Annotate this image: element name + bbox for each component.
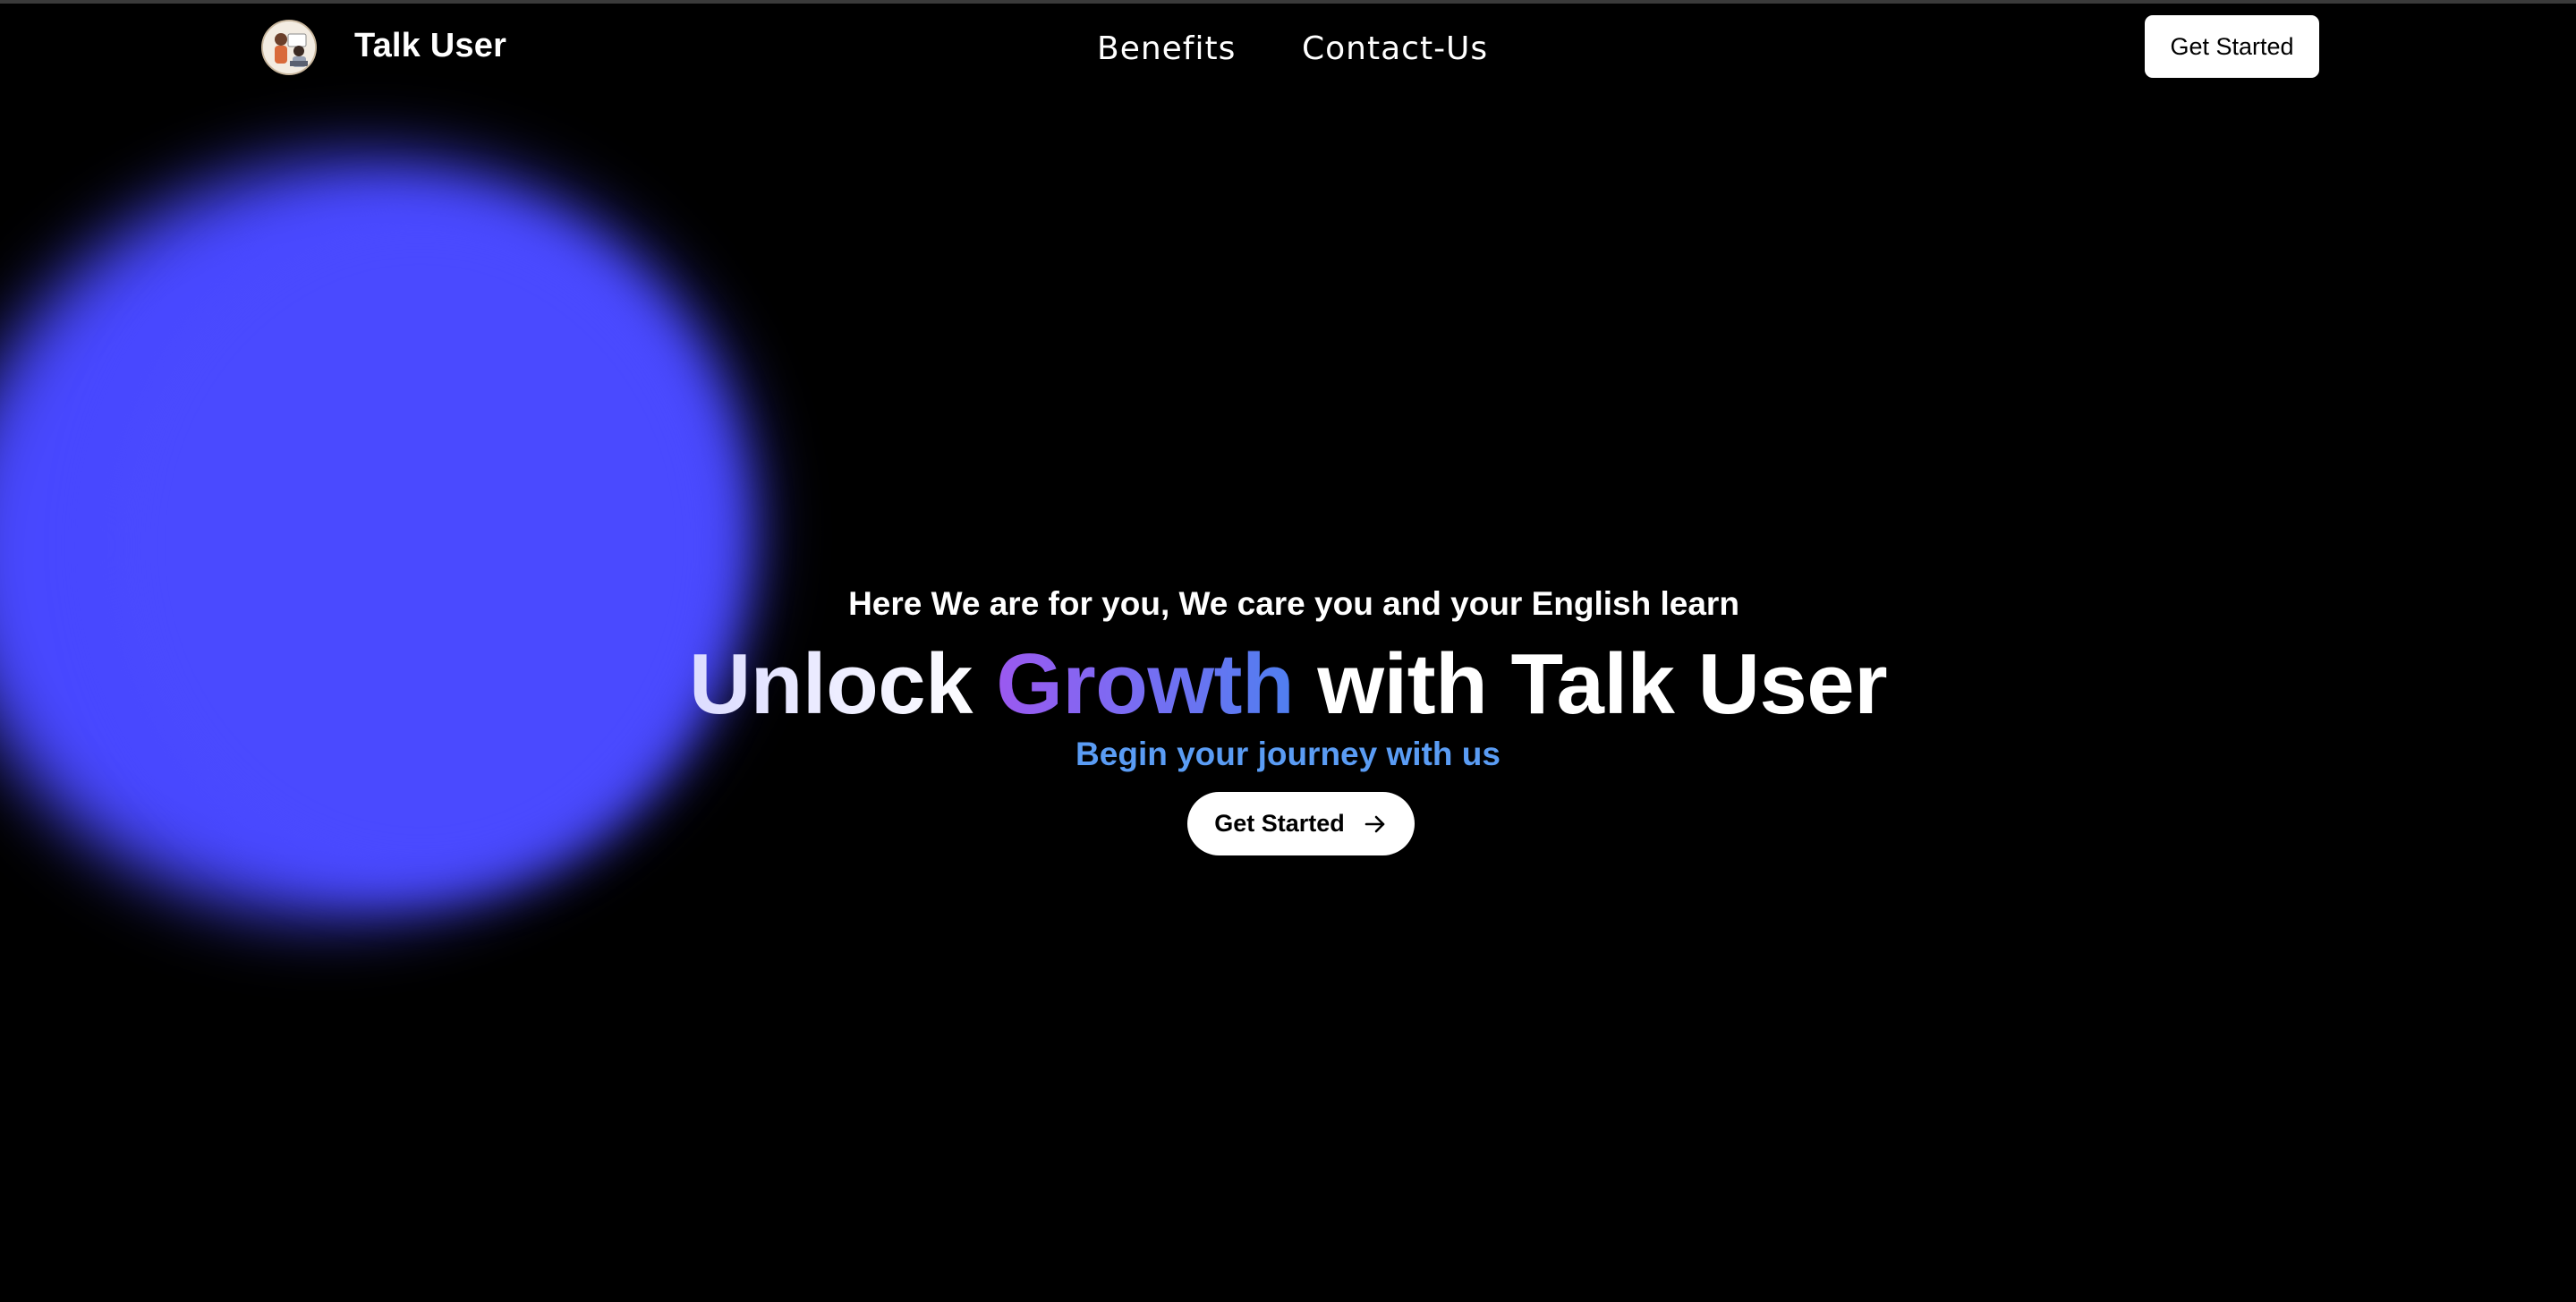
hero-get-started-button[interactable]: Get Started: [1187, 792, 1415, 855]
hero-subtitle: Begin your journey with us: [1075, 736, 1501, 772]
landing-page: Talk User Benefits Contact-Us Get Starte…: [0, 0, 2576, 1302]
brand-name[interactable]: Talk User: [354, 27, 506, 65]
nav-link-benefits[interactable]: Benefits: [1097, 30, 1236, 67]
arrow-right-icon: [1363, 812, 1388, 837]
navbar: Talk User Benefits Contact-Us Get Starte…: [0, 4, 2576, 93]
hero-title: Unlock Growth with Talk User: [0, 635, 2576, 734]
nav-link-contact-us[interactable]: Contact-Us: [1302, 30, 1488, 67]
hero-title-rest: with Talk User: [1294, 636, 1888, 732]
hero-title-unlock: Unlock: [688, 636, 997, 732]
hero-eyebrow: Here We are for you, We care you and you…: [848, 585, 1739, 622]
talk-user-avatar-icon[interactable]: [261, 20, 317, 75]
hero-get-started-label: Get Started: [1214, 810, 1345, 837]
header-get-started-button[interactable]: Get Started: [2145, 15, 2319, 78]
hero-title-highlight: Growth: [996, 636, 1295, 732]
decorative-blue-blob-core: [107, 206, 734, 886]
